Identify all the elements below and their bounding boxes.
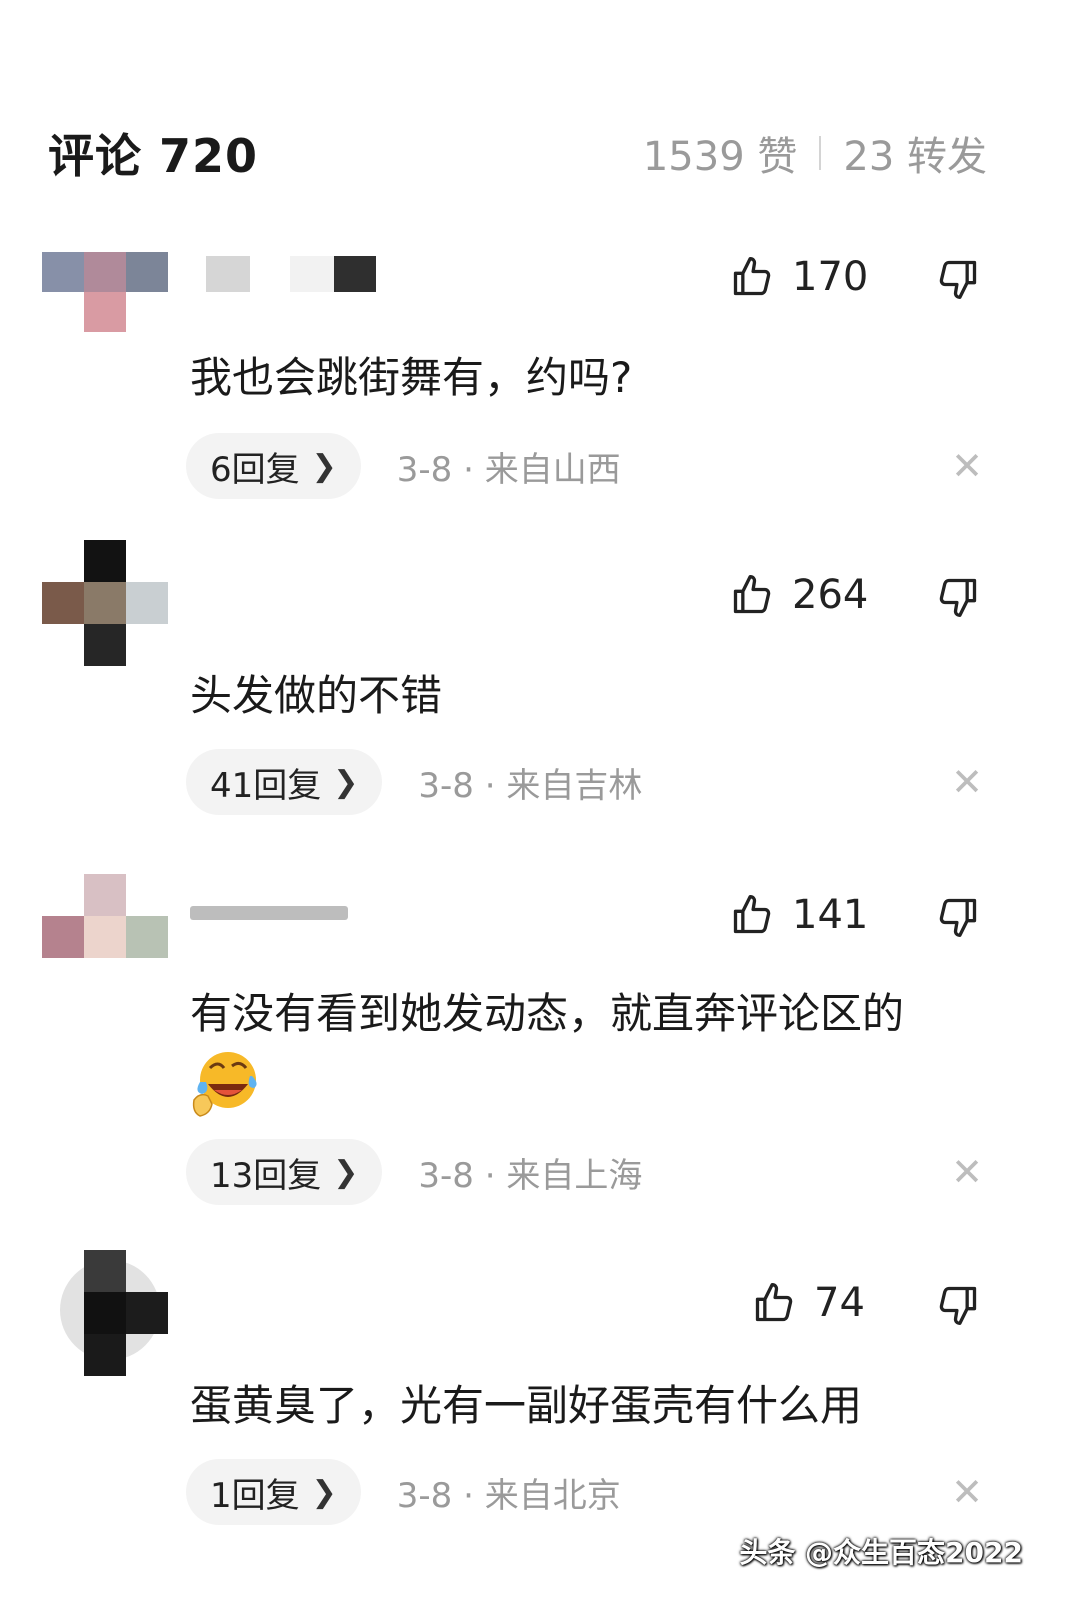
like-button[interactable]: 74 [752,1280,865,1326]
thumbs-down-icon[interactable] [936,256,980,302]
comment-item: 170 我也会跳街舞有，约吗? 6回复 ❯ 3-8 · 来自山西 ✕ [0,236,1079,516]
stats-divider [819,136,822,170]
reply-count: 13回复 [210,1155,322,1196]
comment-text: 蛋黄臭了，光有一副好蛋壳有什么用 [190,1381,863,1430]
watermark: 头条 @众生百态2022 [739,1536,1023,1569]
username-redacted[interactable] [190,896,360,940]
like-button[interactable]: 264 [730,572,868,618]
close-icon[interactable]: ✕ [951,447,983,485]
reply-count: 6回复 [210,449,300,490]
like-count: 170 [792,254,869,300]
chevron-right-icon: ❯ [311,448,337,484]
thumbs-down-icon[interactable] [936,894,980,940]
close-icon[interactable]: ✕ [951,763,983,801]
reply-count: 41回复 [210,765,322,806]
thumbs-up-icon [733,257,771,296]
close-icon[interactable]: ✕ [951,1473,983,1511]
close-icon[interactable]: ✕ [951,1153,983,1191]
comment-item: 141 有没有看到她发动态，就直奔评论区的 13回复 ❯ 3-8 · 来自上海 … [0,872,1079,1212]
thumbs-down-icon[interactable] [936,574,980,620]
like-count: 141 [792,892,869,938]
shares-count[interactable]: 23 转发 [843,124,987,182]
comments-title: 评论 720 [48,129,259,183]
thumbs-down-icon[interactable] [936,1282,980,1328]
reply-count: 1回复 [210,1475,300,1516]
chevron-right-icon: ❯ [333,1154,359,1190]
comment-footer: 13回复 ❯ 3-8 · 来自上海 ✕ [186,1138,983,1206]
replies-button[interactable]: 1回复 ❯ [186,1459,361,1525]
likes-count[interactable]: 1539 赞 [643,124,798,182]
username-redacted[interactable] [190,256,380,300]
thumbs-up-icon [733,895,771,934]
header-stats: 1539 赞 23 转发 [643,124,987,182]
like-button[interactable]: 170 [730,254,868,300]
avatar[interactable] [42,236,168,362]
replies-button[interactable]: 41回复 ❯ [186,749,383,815]
comment-footer: 1回复 ❯ 3-8 · 来自北京 ✕ [186,1458,983,1526]
laughing-crying-emoji [192,1052,257,1117]
chevron-right-icon: ❯ [311,1474,337,1510]
comment-meta: 3-8 · 来自北京 [396,1475,621,1516]
avatar[interactable] [42,872,168,998]
comment-footer: 41回复 ❯ 3-8 · 来自吉林 ✕ [186,748,983,816]
like-count: 74 [814,1280,865,1326]
comment-footer: 6回复 ❯ 3-8 · 来自山西 ✕ [186,432,983,500]
thumbs-up-icon [733,575,771,614]
replies-button[interactable]: 6回复 ❯ [186,433,361,499]
comment-text: 头发做的不错 [190,671,443,720]
comment-meta: 3-8 · 来自上海 [418,1155,643,1196]
like-button[interactable]: 141 [730,892,868,938]
comment-text: 我也会跳街舞有，约吗? [190,353,633,402]
avatar[interactable] [42,1250,168,1376]
chevron-right-icon: ❯ [333,764,359,800]
like-count: 264 [792,572,869,618]
avatar[interactable] [42,540,168,666]
replies-button[interactable]: 13回复 ❯ [186,1139,383,1205]
comment-meta: 3-8 · 来自吉林 [418,765,643,806]
comment-meta: 3-8 · 来自山西 [396,449,621,490]
comment-item: 264 头发做的不错 41回复 ❯ 3-8 · 来自吉林 ✕ [0,540,1079,830]
comment-item: 74 蛋黄臭了，光有一副好蛋壳有什么用 1回复 ❯ 3-8 · 来自北京 ✕ [0,1250,1079,1540]
thumbs-up-icon [755,1283,793,1322]
comment-text: 有没有看到她发动态，就直奔评论区的 [190,989,905,1038]
comments-header: 评论 720 1539 赞 23 转发 [48,118,987,188]
